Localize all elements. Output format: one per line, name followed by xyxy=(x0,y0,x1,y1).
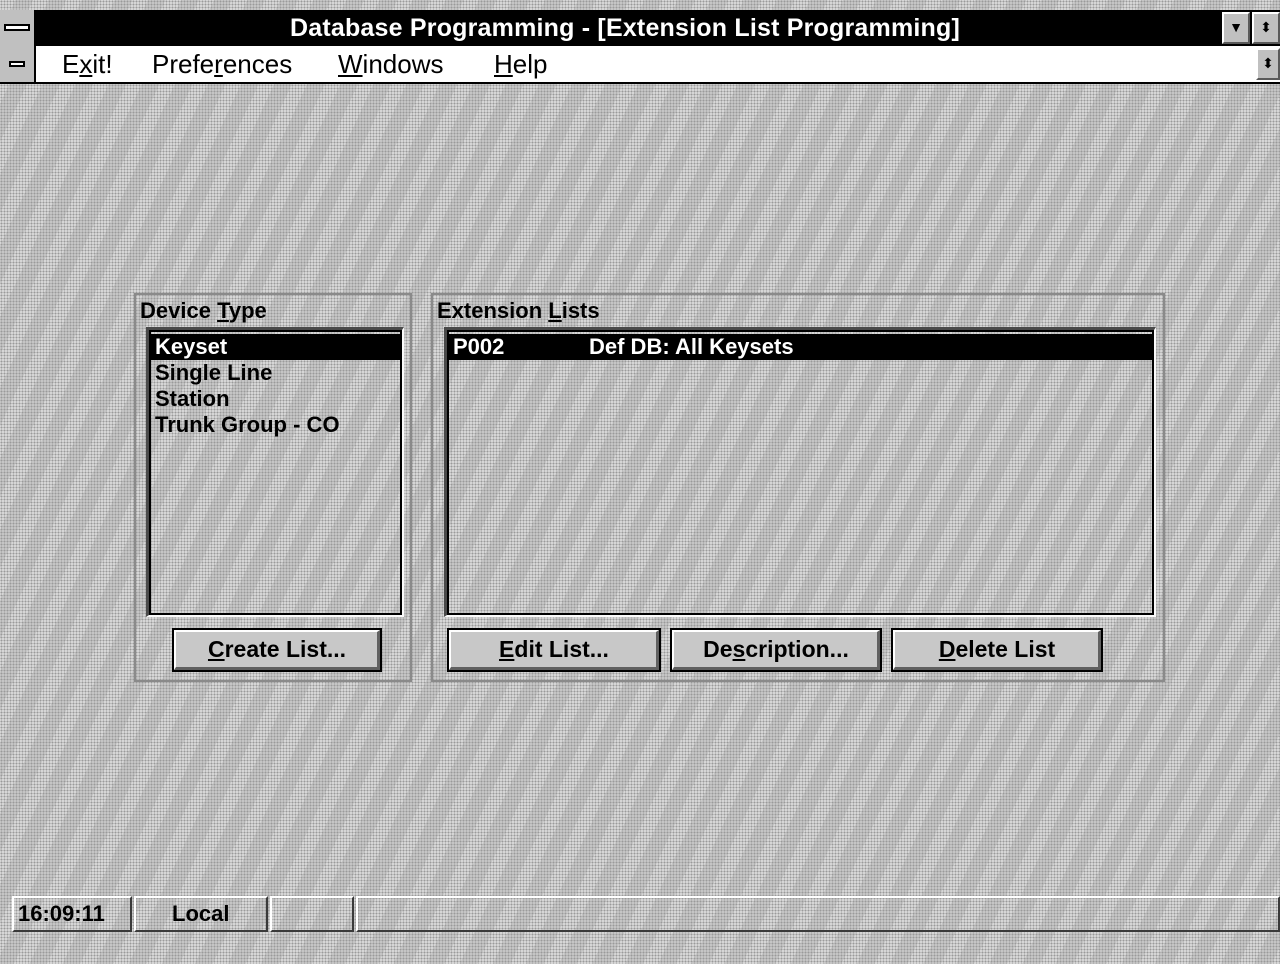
system-menu-icon xyxy=(4,24,30,31)
device-type-label: Device Type xyxy=(140,298,267,323)
device-type-item[interactable]: Station xyxy=(151,386,400,412)
menu-exit[interactable]: Exit! xyxy=(62,46,113,82)
description-button[interactable]: Description... xyxy=(670,628,882,672)
extension-lists-listbox[interactable]: P002 Def DB: All Keysets xyxy=(444,327,1156,617)
delete-list-button[interactable]: Delete List xyxy=(891,628,1103,672)
device-type-group: Device Type Keyset Single Line Station Trun… xyxy=(134,293,412,682)
extension-list-description: Def DB: All Keysets xyxy=(589,334,794,359)
menu-bar: Exit! Preferences Windows Help ⬍ xyxy=(0,46,1280,84)
system-menu-button[interactable] xyxy=(0,10,36,46)
menu-windows[interactable]: Windows xyxy=(338,46,443,82)
extension-list-code: P002 xyxy=(453,334,505,359)
restore-icon: ⬍ xyxy=(1260,19,1272,35)
device-type-item[interactable]: Single Line xyxy=(151,360,400,386)
status-mode: Local xyxy=(134,896,268,932)
document-system-menu-button[interactable] xyxy=(0,46,36,82)
status-bar: 16:09:11 Local xyxy=(0,896,1280,934)
device-type-item[interactable]: Keyset xyxy=(151,334,400,360)
extension-lists-label: Extension Lists xyxy=(437,298,600,323)
window-title: Database Programming - [Extension List P… xyxy=(289,14,961,42)
status-field-4 xyxy=(356,896,1280,932)
minimize-button[interactable]: ▼ xyxy=(1222,12,1250,44)
status-field-3 xyxy=(270,896,354,932)
extension-list-row[interactable]: P002 Def DB: All Keysets xyxy=(449,334,1152,360)
minimize-icon: ▼ xyxy=(1229,19,1243,35)
document-system-menu-icon xyxy=(9,61,25,67)
menu-help[interactable]: Help xyxy=(494,46,547,82)
restore-button[interactable]: ⬍ xyxy=(1252,12,1280,44)
document-restore-button[interactable]: ⬍ xyxy=(1256,48,1280,80)
device-type-item[interactable]: Trunk Group - CO xyxy=(151,412,400,438)
extension-lists-group: Extension Lists P002 Def DB: All Keysets … xyxy=(431,293,1165,682)
restore-icon: ⬍ xyxy=(1262,55,1274,71)
status-time: 16:09:11 xyxy=(12,896,132,932)
title-bar: Database Programming - [Extension List P… xyxy=(0,10,1280,46)
menu-preferences[interactable]: Preferences xyxy=(152,46,292,82)
edit-list-button[interactable]: Edit List... xyxy=(447,628,661,672)
create-list-button[interactable]: Create List... xyxy=(172,628,382,672)
device-type-listbox[interactable]: Keyset Single Line Station Trunk Group - CO xyxy=(146,327,404,617)
